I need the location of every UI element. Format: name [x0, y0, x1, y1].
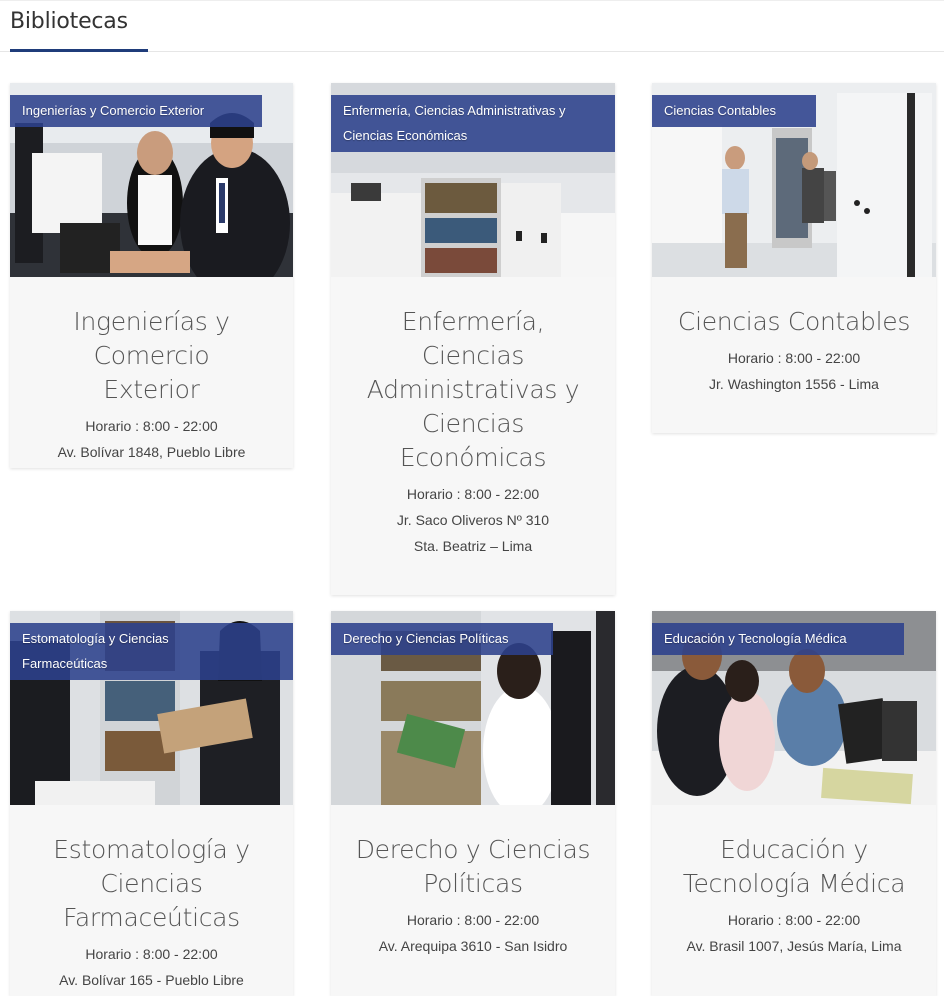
library-tag: Enfermería, Ciencias Administrativas y C…: [331, 95, 615, 152]
library-address: Av. Bolívar 165 - Pueblo Libre: [59, 972, 244, 988]
library-photo[interactable]: Educación y Tecnología Médica: [652, 611, 936, 805]
library-title[interactable]: Estomatología y Ciencias Farmaceúticas: [10, 833, 293, 935]
library-card-derecho[interactable]: Derecho y Ciencias Políticas Derecho y C…: [331, 611, 615, 996]
library-title[interactable]: Derecho y Ciencias Políticas: [331, 833, 615, 901]
library-hours: Horario : 8:00 - 22:00: [406, 486, 540, 502]
library-hours: Horario : 8:00 - 22:00: [406, 912, 540, 928]
library-tag: Derecho y Ciencias Políticas: [331, 623, 553, 655]
library-tag: Ciencias Contables: [652, 95, 816, 127]
library-photo[interactable]: Enfermería, Ciencias Administrativas y C…: [331, 83, 615, 277]
library-tag: Educación y Tecnología Médica: [652, 623, 904, 655]
library-hours: Horario : 8:00 - 22:00: [727, 350, 861, 366]
library-photo[interactable]: Derecho y Ciencias Políticas: [331, 611, 615, 805]
card-body: Enfermería, Ciencias Administrativas y C…: [331, 305, 615, 559]
library-tag: Ingenierías y Comercio Exterior: [10, 95, 262, 127]
library-card-educacion[interactable]: Educación y Tecnología Médica Educación …: [652, 611, 936, 996]
card-body: Derecho y Ciencias Políticas Horario : 8…: [331, 833, 615, 959]
library-hours: Horario : 8:00 - 22:00: [85, 946, 218, 962]
library-photo[interactable]: Estomatología y Ciencias Farmaceúticas: [10, 611, 293, 805]
library-card-enfermeria[interactable]: Enfermería, Ciencias Administrativas y C…: [331, 83, 615, 595]
library-title[interactable]: Educación y Tecnología Médica: [652, 833, 936, 901]
library-address: Av. Brasil 1007, Jesús María, Lima: [686, 938, 902, 954]
library-photo[interactable]: Ingenierías y Comercio Exterior: [10, 83, 293, 277]
page-title: Bibliotecas: [10, 9, 128, 34]
card-body: Educación y Tecnología Médica Horario : …: [652, 833, 936, 959]
page-header: Bibliotecas: [0, 0, 944, 52]
library-tag: Estomatología y Ciencias Farmaceúticas: [10, 623, 293, 680]
library-title[interactable]: Ingenierías y Comercio Exterior: [10, 305, 293, 407]
card-body: Ingenierías y Comercio Exterior Horario …: [10, 305, 293, 465]
library-address: Jr. Washington 1556 - Lima: [709, 376, 879, 392]
title-underline: [10, 49, 148, 52]
library-card-contables[interactable]: Ciencias Contables Ciencias Contables Ho…: [652, 83, 936, 433]
library-photo[interactable]: Ciencias Contables: [652, 83, 936, 277]
library-address: Jr. Saco Oliveros Nº 310 Sta. Beatriz – …: [396, 512, 550, 554]
library-title[interactable]: Enfermería, Ciencias Administrativas y C…: [331, 305, 615, 475]
library-hours: Horario : 8:00 - 22:00: [727, 912, 861, 928]
library-address: Av. Arequipa 3610 - San Isidro: [378, 938, 568, 954]
library-card-estomatologia[interactable]: Estomatología y Ciencias Farmaceúticas E…: [10, 611, 293, 996]
card-body: Ciencias Contables Horario : 8:00 - 22:0…: [652, 305, 936, 397]
library-card-ingenierias[interactable]: Ingenierías y Comercio Exterior Ingenier…: [10, 83, 293, 468]
library-hours: Horario : 8:00 - 22:00: [85, 418, 218, 434]
card-body: Estomatología y Ciencias Farmaceúticas H…: [10, 833, 293, 993]
library-address: Av. Bolívar 1848, Pueblo Libre: [57, 444, 246, 460]
library-title[interactable]: Ciencias Contables: [652, 305, 936, 339]
